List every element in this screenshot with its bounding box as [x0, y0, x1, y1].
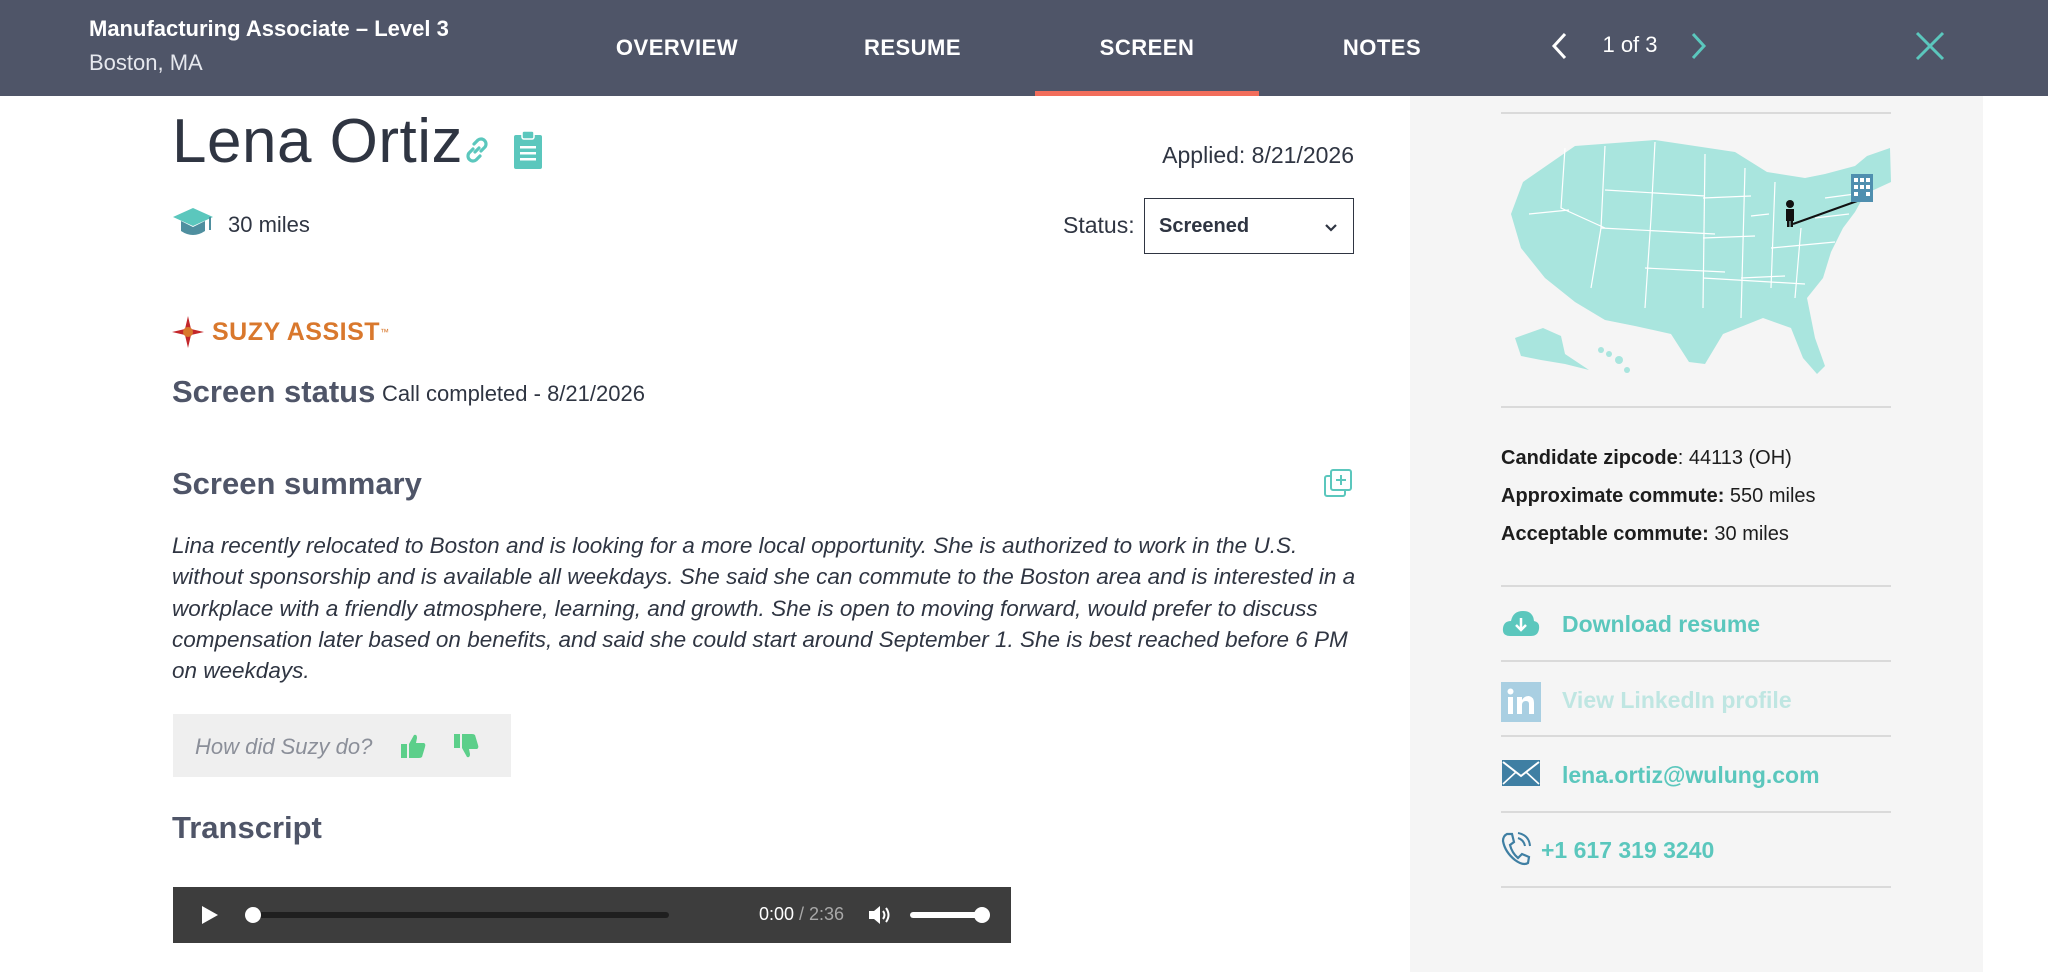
- thumbs-up-icon[interactable]: [399, 732, 427, 760]
- suzy-logo-tm: ™: [380, 327, 390, 337]
- tab-overview[interactable]: OVERVIEW: [592, 0, 762, 96]
- divider: [1501, 585, 1891, 587]
- applied-date: Applied: 8/21/2026: [1162, 142, 1354, 168]
- phone-label: +1 617 319 3240: [1541, 836, 1715, 863]
- suzy-logo-text: SUZY ASSIST: [212, 317, 381, 346]
- acceptable-commute: Acceptable commute: 30 miles: [1501, 523, 1789, 546]
- acceptable-commute-label: Acceptable commute:: [1501, 523, 1709, 545]
- zipcode-value: : 44113 (OH): [1677, 447, 1792, 469]
- divider: [1501, 735, 1891, 737]
- status-select[interactable]: Screened: [1144, 198, 1354, 254]
- job-location: Boston, MA: [89, 50, 203, 75]
- linkedin-profile-label: View LinkedIn profile: [1562, 686, 1792, 713]
- cloud-download-icon: [1501, 606, 1541, 642]
- feedback-box: How did Suzy do?: [173, 714, 511, 777]
- chevron-right-icon[interactable]: [1683, 28, 1713, 64]
- pager-count: 1 of 3: [1602, 32, 1658, 57]
- active-tab-indicator: [1035, 91, 1259, 96]
- status-label: Status:: [1063, 212, 1135, 238]
- transcript-heading: Transcript: [172, 810, 322, 845]
- linkedin-profile-link[interactable]: View LinkedIn profile: [1501, 680, 1792, 722]
- divider: [1501, 886, 1891, 888]
- audio-duration: / 2:36: [799, 904, 845, 924]
- zipcode-label: Candidate zipcode: [1501, 447, 1678, 469]
- screen-status-value: Call completed - 8/21/2026: [382, 381, 645, 406]
- compass-star-icon: [172, 316, 204, 348]
- clipboard-icon[interactable]: [513, 130, 543, 170]
- suzy-assist-logo: SUZY ASSIST ™: [172, 316, 389, 348]
- chevron-down-icon: [1323, 219, 1339, 235]
- envelope-icon: [1501, 757, 1541, 793]
- close-icon[interactable]: [1912, 28, 1948, 64]
- divider: [1501, 406, 1891, 408]
- screen-summary-text: Lina recently relocated to Boston and is…: [172, 533, 1356, 684]
- commute-value: 550 miles: [1724, 485, 1816, 507]
- link-icon[interactable]: [461, 134, 493, 166]
- tab-screen[interactable]: SCREEN: [1035, 0, 1259, 96]
- tab-resume[interactable]: RESUME: [830, 0, 995, 96]
- email-link[interactable]: lena.ortiz@wulung.com: [1501, 755, 1820, 795]
- distance-text: 30 miles: [228, 212, 310, 237]
- audio-current-time: 0:00: [759, 904, 795, 924]
- commute-label: Approximate commute:: [1501, 485, 1725, 507]
- volume-fill: [910, 912, 982, 918]
- download-resume-link[interactable]: Download resume: [1501, 604, 1760, 644]
- download-resume-label: Download resume: [1562, 610, 1761, 637]
- play-icon[interactable]: [197, 903, 221, 927]
- candidate-name: Lena Ortiz: [172, 107, 464, 176]
- divider: [1501, 112, 1891, 114]
- acceptable-commute-value: 30 miles: [1708, 523, 1789, 545]
- audio-progress-handle[interactable]: [245, 907, 261, 923]
- status-value: Screened: [1159, 214, 1250, 237]
- feedback-prompt: How did Suzy do?: [195, 734, 373, 759]
- commute-map: [1505, 138, 1895, 384]
- phone-link[interactable]: +1 617 319 3240: [1501, 830, 1714, 870]
- volume-handle[interactable]: [974, 907, 990, 923]
- thumbs-down-icon[interactable]: [452, 732, 480, 760]
- approximate-commute: Approximate commute: 550 miles: [1501, 485, 1816, 508]
- top-bar: Manufacturing Associate – Level 3 Boston…: [0, 0, 2048, 96]
- linkedin-icon: [1501, 682, 1541, 722]
- screen-status-heading: Screen status: [172, 374, 376, 409]
- divider: [1501, 811, 1891, 813]
- phone-icon: [1501, 832, 1531, 868]
- audio-player: 0:00 / 2:36: [173, 887, 1011, 943]
- screen-summary-heading: Screen summary: [172, 466, 422, 501]
- job-title: Manufacturing Associate – Level 3: [89, 16, 449, 41]
- audio-progress-bar[interactable]: [245, 907, 669, 923]
- candidate-zipcode: Candidate zipcode: 44113 (OH): [1501, 447, 1792, 470]
- copy-icon[interactable]: [1322, 467, 1354, 499]
- chevron-left-icon[interactable]: [1545, 28, 1575, 64]
- email-label: lena.ortiz@wulung.com: [1562, 761, 1820, 788]
- graduation-cap-icon: [172, 206, 214, 240]
- divider: [1501, 660, 1891, 662]
- tab-notes[interactable]: NOTES: [1310, 0, 1454, 96]
- volume-icon[interactable]: [867, 903, 893, 927]
- volume-slider[interactable]: [910, 907, 990, 923]
